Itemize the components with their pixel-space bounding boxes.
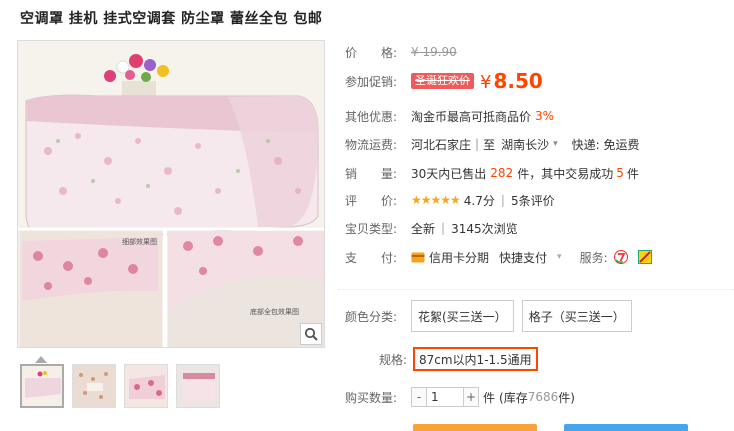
price-row: 价 格: ¥ 19.90 [345,42,457,62]
stock-suffix: 件) [558,390,575,405]
rating-stars: ★★★★★ [411,193,461,207]
promo-price: ¥8.50 [480,69,543,93]
buy-now-button[interactable] [413,424,537,431]
original-price: ¥ 19.90 [411,45,457,59]
zoom-button[interactable] [300,323,322,345]
size-option-row: 规格: 87cm以内1-1.5通用 [345,347,538,371]
taojinbi-percent: 3% [535,109,555,123]
shipping-row: 物流运费: 河北石家庄 | 至 湖南长沙 ▾ 快递: 免运费 [345,134,639,154]
shipping-fee: 快递: 免运费 [571,137,640,152]
promo-label: 参加促销: [345,74,398,89]
ship-to-prefix: 至 [483,137,496,152]
credit-card-icon [411,252,425,263]
thumbnail-image [125,365,167,407]
ship-destination[interactable]: 湖南长沙 [501,136,549,153]
sales-label: 销 量: [345,166,398,181]
size-label: 规格: [378,352,407,367]
color-label: 颜色分类: [345,309,398,324]
stock-value: 7686 [527,390,559,404]
product-photo [18,41,324,347]
thumbnail-2[interactable] [72,364,116,408]
thumbnail-strip [20,364,220,408]
size-option-selected[interactable]: 87cm以内1-1.5通用 [413,347,538,371]
product-title: 空调罩 挂机 挂式空调套 防尘罩 蕾丝全包 包邮 [20,11,323,27]
promo-tag: 圣诞狂欢价 [411,73,474,89]
sales-count: 282 [490,166,514,180]
thumbnail-1[interactable] [20,364,64,408]
item-type-row: 宝贝类型: 全新 | 3145次浏览 [345,218,518,238]
watermark-bottom: 底部全包效果图 [250,308,299,316]
quantity-increase-button[interactable]: + [463,387,479,407]
price-label: 价 格: [345,45,398,60]
guarantee-icon[interactable] [637,250,652,264]
thumbnail-4[interactable] [176,364,220,408]
promo-row: 参加促销: 圣诞狂欢价 ¥8.50 [345,68,543,94]
thumbnail-pointer [35,356,47,363]
rating-separator: | [500,193,505,207]
quantity-label: 购买数量: [345,390,398,405]
quantity-stepper: - 1 + [411,387,479,407]
thumbnail-image [22,366,62,406]
currency-symbol: ¥ [480,72,492,93]
sales-mid: 件，其中交易成功 [517,166,614,181]
quantity-decrease-button[interactable]: - [411,387,427,407]
thumbnail-3[interactable] [124,364,168,408]
payment-label: 支 付: [345,250,398,265]
thumbnail-image [177,365,219,407]
ship-separator: | [475,137,480,151]
rating-label: 评 价: [345,193,398,208]
sales-prefix: 30天内已售出 [411,166,487,181]
seven-day-return-icon[interactable] [613,250,628,264]
item-condition: 全新 [411,221,436,236]
view-count: 3145次浏览 [451,221,518,236]
rating-score: 4.7分 [463,193,495,208]
magnifier-icon [304,327,318,341]
quantity-input[interactable]: 1 [427,387,463,407]
service-label: 服务: [579,250,608,265]
color-option-plaid[interactable]: 格子（买三送一） [521,300,632,332]
type-separator: | [441,221,446,235]
payment-expand-icon[interactable]: ▾ [557,252,562,262]
other-discount-label: 其他优惠: [345,109,398,124]
add-to-cart-button[interactable] [564,424,688,431]
taojinbi-text: 淘金币最高可抵商品价 [411,109,532,124]
payment-row: 支 付: 信用卡分期 快捷支付 ▾ 服务: [345,247,652,267]
stock-prefix: (库存 [499,390,528,405]
main-product-image[interactable]: 细部效果图 底部全包效果图 [17,40,325,348]
quantity-row: 购买数量: - 1 + 件 (库存 7686 件) [345,386,575,408]
shipping-label: 物流运费: [345,137,398,152]
ship-from: 河北石家庄 [411,137,472,152]
sales-suffix: 件 [626,166,639,181]
color-option-floral[interactable]: 花絮(买三送一） [411,300,514,332]
review-count-link[interactable]: 5条评价 [511,192,555,209]
chevron-down-icon[interactable]: ▾ [553,139,558,149]
other-discount-row: 其他优惠: 淘金币最高可抵商品价 3% [345,106,554,126]
quantity-unit: 件 [483,390,496,405]
watermark-detail: 细部效果图 [122,238,157,246]
quick-pay[interactable]: 快捷支付 [499,249,547,266]
thumbnail-image [73,365,115,407]
credit-installment[interactable]: 信用卡分期 [429,249,489,266]
promo-price-value: 8.50 [493,69,543,93]
color-option-row: 颜色分类: 花絮(买三送一） 格子（买三送一） [345,298,632,334]
sales-row: 销 量: 30天内已售出 282 件，其中交易成功 5 件 [345,163,639,183]
rating-row: 评 价: ★★★★★ 4.7分 | 5条评价 [345,190,555,210]
item-type-label: 宝贝类型: [345,221,398,236]
sales-success-count: 5 [616,166,624,180]
